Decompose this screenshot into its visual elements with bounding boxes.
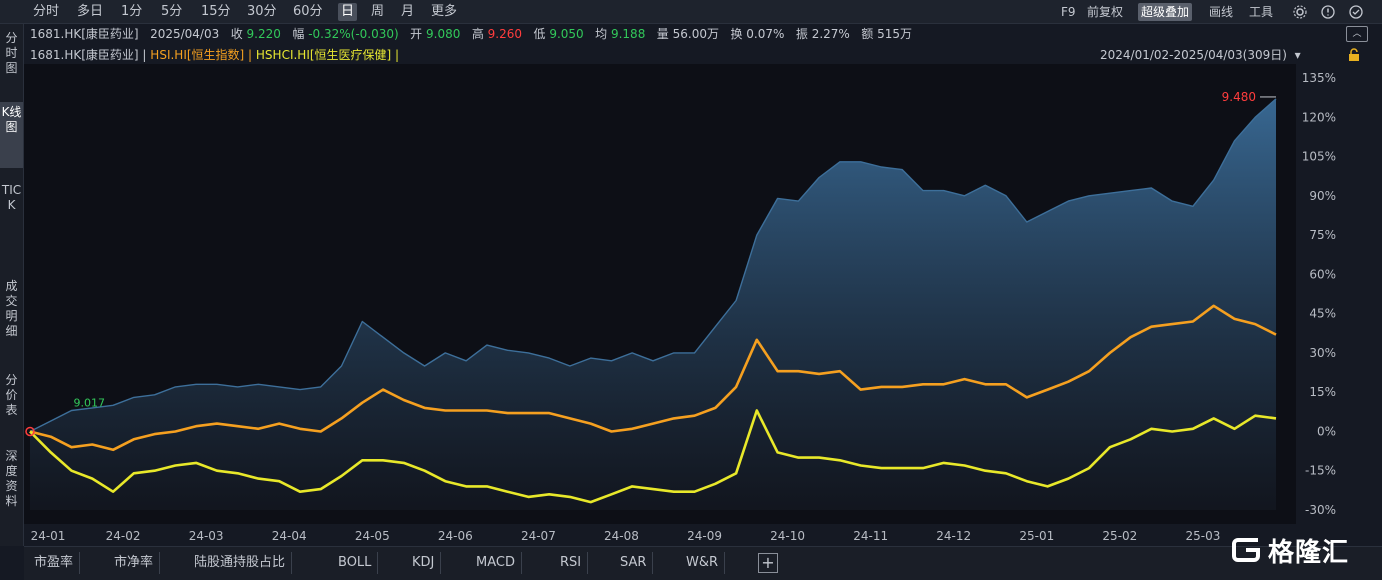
x-tick-label: 24-02 xyxy=(106,529,141,543)
tab-macd[interactable]: MACD xyxy=(470,552,522,574)
y-tick-label: -30% xyxy=(1305,503,1336,517)
min-price-label: 9.017 xyxy=(74,397,106,410)
y-tick-label: 30% xyxy=(1309,346,1336,360)
x-tick-label: 25-03 xyxy=(1185,529,1220,543)
watermark: 格隆汇 xyxy=(1228,530,1349,570)
x-tick-label: 24-06 xyxy=(438,529,473,543)
tab-pe[interactable]: 市盈率 xyxy=(28,552,81,574)
x-tick-label: 24-07 xyxy=(521,529,556,543)
x-tick-label: 24-10 xyxy=(770,529,805,543)
watermark-text: 格隆汇 xyxy=(1268,537,1350,568)
x-tick-label: 24-12 xyxy=(936,529,971,543)
y-tick-label: 60% xyxy=(1309,267,1336,281)
y-tick-label: 0% xyxy=(1317,424,1336,438)
y-tick-label: -15% xyxy=(1305,464,1336,478)
x-tick-label: 24-09 xyxy=(687,529,722,543)
y-tick-label: 45% xyxy=(1309,307,1336,321)
x-tick-label: 24-08 xyxy=(604,529,639,543)
tab-rsi[interactable]: RSI xyxy=(554,552,589,574)
watermark-logo-icon xyxy=(1232,538,1260,562)
x-tick-label: 24-03 xyxy=(189,529,224,543)
tab-connect-holding[interactable]: 陆股通持股占比 xyxy=(188,552,293,574)
x-tick-label: 25-01 xyxy=(1019,529,1054,543)
x-tick-label: 24-01 xyxy=(31,529,66,543)
add-tab-button[interactable]: + xyxy=(758,553,778,573)
indicator-tabs: 市盈率 市净率 陆股通持股占比 BOLL KDJ MACD RSI SAR W&… xyxy=(24,546,1382,580)
tab-pb[interactable]: 市净率 xyxy=(108,552,161,574)
x-tick-label: 24-04 xyxy=(272,529,307,543)
x-tick-label: 25-02 xyxy=(1102,529,1137,543)
tab-kdj[interactable]: KDJ xyxy=(406,552,442,574)
y-tick-label: 75% xyxy=(1309,228,1336,242)
tab-boll[interactable]: BOLL xyxy=(332,552,379,574)
max-price-label: 9.480 xyxy=(1222,90,1256,104)
y-tick-label: 105% xyxy=(1302,150,1336,164)
tab-wr[interactable]: W&R xyxy=(680,552,726,574)
y-tick-label: 135% xyxy=(1302,71,1336,85)
tab-sar[interactable]: SAR xyxy=(614,552,654,574)
y-tick-label: 120% xyxy=(1302,110,1336,124)
x-tick-label: 24-11 xyxy=(853,529,888,543)
y-tick-label: 15% xyxy=(1309,385,1336,399)
y-tick-label: 90% xyxy=(1309,189,1336,203)
comparison-chart: 9.480 9.017 135% 120% 105% 90% 75% 60% 45% 30% 15… xyxy=(24,64,1336,543)
x-tick-label: 24-05 xyxy=(355,529,390,543)
